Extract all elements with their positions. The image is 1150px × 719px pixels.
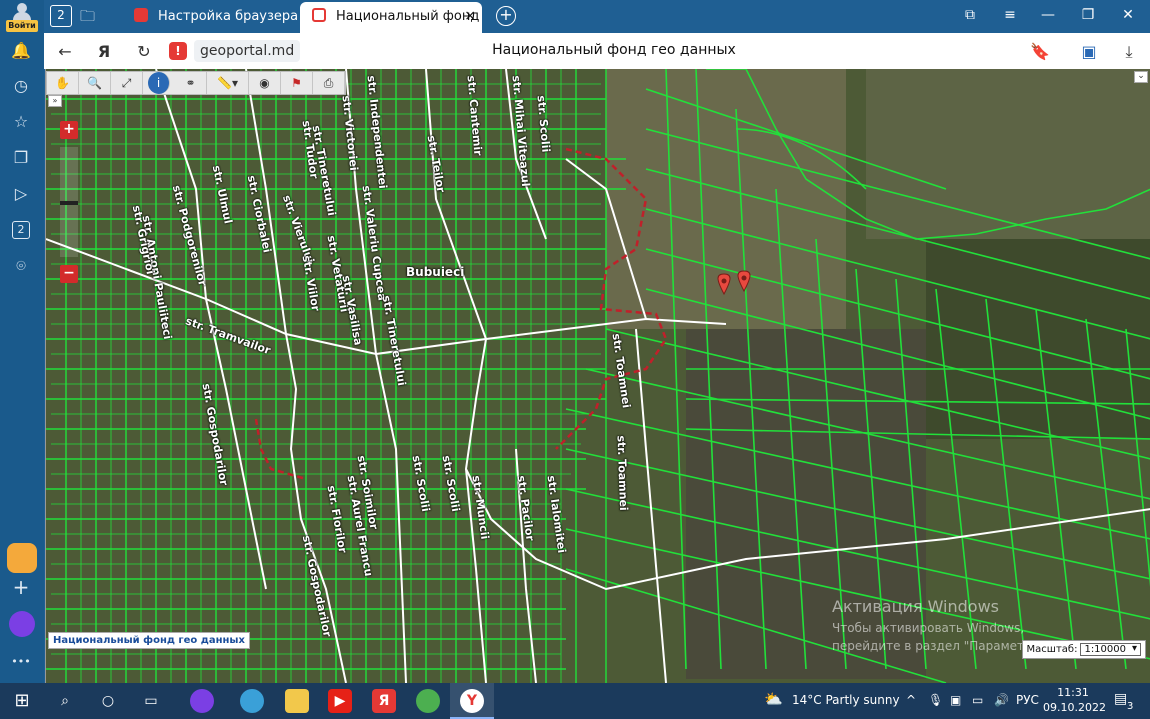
chrome-app-icon[interactable] (416, 689, 440, 713)
new-group-icon[interactable]: 🗀 (80, 6, 100, 25)
close-window-icon[interactable]: ✕ (1117, 7, 1139, 23)
minimize-icon[interactable]: — (1037, 7, 1059, 23)
flag-icon[interactable]: ⚑ (281, 72, 313, 94)
restore-icon[interactable]: ❐ (1077, 7, 1099, 23)
bell-icon[interactable]: 🔔 (10, 40, 32, 62)
zoom-out-button[interactable]: − (60, 265, 78, 283)
tab-label: Национальный фонд ге (336, 9, 482, 24)
cortana-icon[interactable]: ○ (96, 689, 120, 713)
camera-icon[interactable]: ⌾ (10, 255, 32, 277)
user-icon-body (13, 12, 31, 20)
alice-icon[interactable] (9, 611, 35, 637)
notifications-icon[interactable]: ▤ (1114, 691, 1127, 707)
extent-icon[interactable]: ⤢ (111, 72, 143, 94)
reload-icon[interactable]: ↻ (133, 41, 155, 63)
search-icon[interactable]: ⌕ (53, 689, 77, 713)
tab-geoportal[interactable]: Национальный фонд ге × (300, 2, 482, 33)
security-warning-icon[interactable]: ! (169, 42, 187, 60)
dark-field (926, 239, 1150, 439)
weather-icon[interactable]: ⛅ (764, 690, 783, 708)
windows-start-icon[interactable]: ⊞ (10, 689, 34, 713)
tab-counter[interactable]: 2 (50, 5, 72, 27)
scale-select[interactable]: 1:10000 (1080, 643, 1141, 656)
windows-taskbar: ⊞ ⌕ ○ ▭ ▶ Я Y ⛅ 14°C Partly sunny ^ 🎙 ▣ … (0, 683, 1150, 719)
binoculars-icon[interactable]: ⚭ (175, 72, 207, 94)
browser-sidebar: Войти 🔔 ◷ ☆ ❐ ▷ 2 ⌾ + ••• (0, 0, 44, 683)
hill-area (866, 69, 1150, 239)
measure-icon[interactable]: 📏▾ (207, 72, 249, 94)
print-icon[interactable]: ⎙ (313, 72, 345, 94)
back-arrow-icon[interactable]: ← (54, 41, 76, 63)
youtube-app-icon[interactable]: ▶ (328, 689, 352, 713)
download-icon[interactable]: ⤓ (1118, 41, 1140, 63)
tab-bar: 2 🗀 Настройка браузера Национальный фонд… (44, 0, 1150, 33)
pan-hand-icon[interactable]: ✋ (47, 72, 79, 94)
system-clock[interactable]: 11:31 09.10.2022 (1043, 685, 1106, 715)
add-panel-icon[interactable]: + (10, 576, 32, 598)
zoom-slider-knob[interactable] (60, 201, 78, 205)
menu-icon[interactable]: ≡ (999, 7, 1021, 23)
yandex-favicon-icon (134, 8, 148, 22)
cadastral-map[interactable] (46, 69, 1150, 683)
clock-date: 09.10.2022 (1043, 701, 1106, 714)
zoom-in-button[interactable]: + (60, 121, 78, 139)
map-toolbar: ✋ 🔍 ⤢ i ⚭ 📏▾ ◉ ⚑ ⎙ (46, 71, 346, 95)
file-explorer-icon[interactable] (285, 689, 309, 713)
zoom-box-icon[interactable]: 🔍 (79, 72, 111, 94)
alice-app-icon[interactable] (190, 689, 214, 713)
scale-label: Масштаб: (1026, 644, 1078, 655)
play-icon[interactable]: ▷ (10, 183, 32, 205)
notification-app-icon[interactable]: ▣ (950, 693, 961, 707)
clock-time: 11:31 (1057, 686, 1089, 699)
task-view-icon[interactable]: ▭ (139, 689, 163, 713)
notifications-count: 3 (1127, 701, 1134, 712)
tab-browser-settings[interactable]: Настройка браузера (122, 2, 300, 33)
close-tab-icon[interactable]: × (464, 2, 476, 31)
yandex-browser-icon[interactable]: Y (460, 689, 484, 713)
yandex-app-icon[interactable]: Я (372, 689, 396, 713)
mail-app-icon[interactable] (7, 543, 37, 573)
map-viewport[interactable]: ✋ 🔍 ⤢ i ⚭ 📏▾ ◉ ⚑ ⎙ » ⌄ + − Bubuieci str.… (45, 69, 1150, 683)
collections-icon[interactable]: ❐ (10, 147, 32, 169)
windows-activation-title: Активация Windows (832, 597, 999, 616)
zoom-slider[interactable] (60, 147, 78, 257)
login-label: Войти (6, 20, 38, 32)
url-domain[interactable]: geoportal.md (194, 40, 301, 62)
history-icon[interactable]: ◷ (10, 75, 32, 97)
bookmark-icon[interactable]: 🔖 (1029, 41, 1051, 63)
tabs-menu-icon[interactable]: ⧉ (959, 7, 981, 23)
tab-counter-icon[interactable]: 2 (12, 221, 30, 239)
collapse-icon[interactable]: ⌄ (1134, 71, 1148, 83)
map-source-label: Национальный фонд гео данных (48, 632, 250, 649)
geoportal-favicon-icon (312, 8, 326, 22)
volume-icon[interactable]: 🔊 (994, 693, 1009, 707)
zoom-control: + − (60, 121, 78, 283)
network-icon[interactable]: ▭ (972, 693, 983, 707)
login-avatar[interactable]: Войти (6, 3, 38, 32)
expand-panel-icon[interactable]: » (48, 95, 62, 107)
tab-label: Настройка браузера (158, 9, 299, 24)
yandex-logo-icon[interactable]: Я (93, 41, 115, 63)
extension-icon[interactable]: ▣ (1078, 41, 1100, 63)
edge-app-icon[interactable] (240, 689, 264, 713)
star-icon[interactable]: ☆ (10, 111, 32, 133)
target-icon[interactable]: ◉ (249, 72, 281, 94)
scale-control: Масштаб: 1:10000 (1021, 640, 1146, 659)
more-icon[interactable]: ••• (10, 651, 32, 673)
page-title: Национальный фонд гео данных (492, 42, 736, 58)
info-icon[interactable]: i (148, 72, 170, 94)
address-bar: ← Я ↻ ! geoportal.md Национальный фонд г… (44, 33, 1150, 69)
tray-expand-icon[interactable]: ^ (906, 693, 916, 707)
language-indicator[interactable]: РУС (1016, 693, 1039, 707)
new-tab-button[interactable]: + (496, 6, 516, 26)
microphone-icon[interactable]: 🎙 (928, 693, 943, 707)
weather-text[interactable]: 14°C Partly sunny (792, 693, 900, 707)
street-label: str. Toamnei (614, 435, 631, 511)
place-label: Bubuieci (406, 265, 465, 279)
